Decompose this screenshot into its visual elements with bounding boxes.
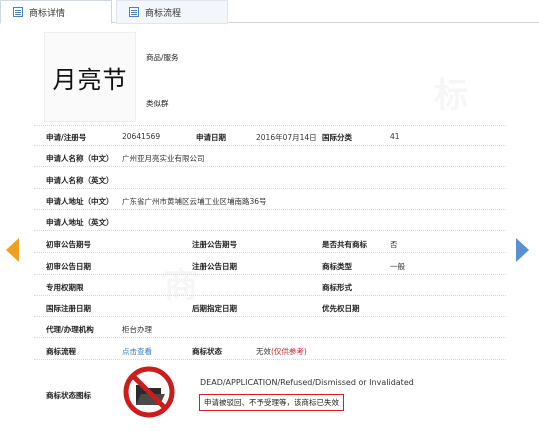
divider: [34, 359, 506, 360]
mark-type-label: 商标类型: [322, 262, 352, 271]
applicant-cn-value: 广州亚月亮实业有限公司: [122, 154, 205, 163]
divider: [34, 166, 506, 167]
watermark: 标: [434, 68, 468, 117]
similar-group-label: 类似群: [146, 99, 169, 108]
reg-no-label: 申请/注册号: [46, 133, 87, 142]
prelim-pub-no-label: 初审公告期号: [46, 240, 91, 249]
divider: [34, 209, 506, 210]
divider: [34, 125, 506, 126]
shared-value: 否: [390, 240, 398, 249]
previous-arrow-icon[interactable]: [6, 238, 19, 262]
address-cn-label: 申请人地址（中文）: [46, 197, 114, 206]
trademark-text: 月亮节: [52, 65, 128, 94]
apply-date-value: 2016年07月14日: [256, 133, 317, 142]
reg-pub-no-label: 注册公告期号: [192, 240, 237, 249]
status-icon-label: 商标状态图标: [46, 391, 91, 400]
trademark-image: 月亮节: [44, 32, 136, 122]
goods-services-label: 商品/服务: [146, 53, 179, 62]
apply-date-label: 申请日期: [196, 133, 226, 142]
tab-trademark-details[interactable]: 商标详情: [0, 0, 112, 24]
divider: [34, 188, 506, 189]
reg-pub-date-label: 注册公告日期: [192, 262, 237, 271]
status-note: (仅供参考): [271, 347, 307, 356]
process-label: 商标流程: [46, 347, 76, 356]
intl-class-label: 国际分类: [322, 133, 352, 142]
invalid-status-icon: [123, 366, 175, 418]
divider: [34, 316, 506, 317]
mark-type-value: 一般: [390, 262, 405, 271]
document-icon: [13, 7, 23, 17]
mark-form-label: 商标形式: [322, 283, 352, 292]
divider: [34, 337, 506, 338]
divider: [34, 230, 506, 231]
tab-trademark-process[interactable]: 商标流程: [116, 0, 228, 24]
applicant-en-label: 申请人名称（英文）: [46, 176, 114, 185]
intl-reg-date-label: 国际注册日期: [46, 304, 91, 313]
divider: [34, 274, 506, 275]
status-chinese-note: 申请被驳回、不予受理等，该商标已失效: [199, 394, 344, 411]
status-value: 无效(仅供参考): [256, 346, 307, 357]
tab-bar: 商标详情 商标流程: [0, 0, 539, 24]
tab-label: 商标详情: [29, 8, 66, 19]
later-designation-label: 后期指定日期: [192, 304, 237, 313]
status-text: 无效: [256, 347, 271, 356]
next-arrow-icon[interactable]: [516, 238, 529, 262]
status-label: 商标状态: [192, 347, 222, 356]
priority-date-label: 优先权日期: [322, 304, 360, 313]
applicant-cn-label: 申请人名称（中文）: [46, 154, 114, 163]
address-cn-value: 广东省广州市黄埔区云埔工业区埔南路36号: [122, 197, 267, 206]
intl-class-value: 41: [390, 132, 400, 141]
address-en-label: 申请人地址（英文）: [46, 218, 114, 227]
agent-value: 柜台办理: [122, 325, 152, 334]
table-icon: [129, 7, 139, 17]
view-process-link[interactable]: 点击查看: [122, 346, 152, 357]
trademark-detail-panel: 中 标 商 月亮节 商品/服务 类似群 申请/注册号 20641569 申请日期…: [34, 28, 506, 428]
agent-label: 代理/办理机构: [46, 325, 94, 334]
prelim-pub-date-label: 初审公告日期: [46, 262, 91, 271]
reg-no-value: 20641569: [122, 132, 161, 141]
tab-label: 商标流程: [145, 8, 182, 19]
status-english: DEAD/APPLICATION/Refused/Dismissed or In…: [200, 378, 414, 387]
exclusive-period-label: 专用权期限: [46, 283, 84, 292]
divider: [34, 252, 506, 253]
shared-label: 是否共有商标: [322, 240, 367, 249]
divider: [34, 295, 506, 296]
divider: [34, 145, 506, 146]
